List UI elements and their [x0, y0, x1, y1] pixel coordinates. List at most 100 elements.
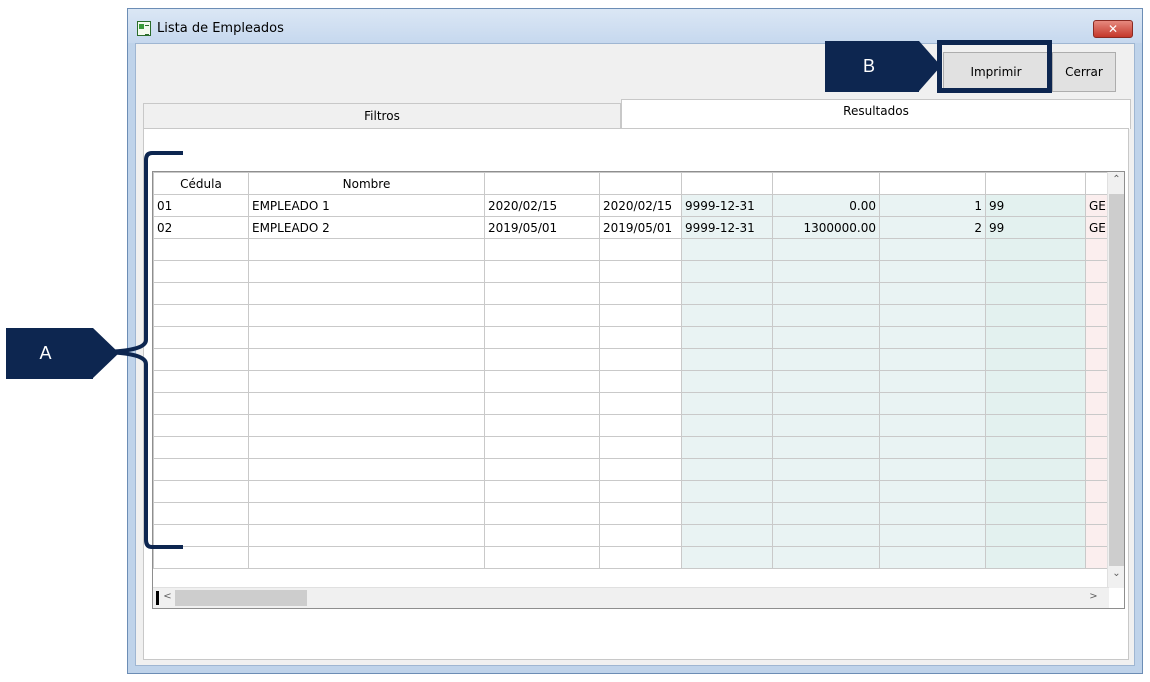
table-cell[interactable] [248, 546, 485, 569]
table-row[interactable]: 01 EMPLEADO 1 2020/02/15 2020/02/15 9999-12-… [153, 194, 1111, 217]
table-cell[interactable] [681, 458, 773, 481]
tab-resultados[interactable]: Resultados [621, 99, 1131, 129]
column-header[interactable] [681, 172, 773, 195]
table-cell[interactable] [681, 502, 773, 525]
column-header[interactable] [772, 172, 880, 195]
table-cell[interactable] [985, 260, 1086, 283]
column-header[interactable] [879, 172, 986, 195]
table-cell[interactable] [599, 502, 682, 525]
table-row[interactable] [153, 304, 1111, 327]
table-cell[interactable]: 2 [879, 216, 986, 239]
table-cell[interactable] [153, 392, 249, 415]
table-cell[interactable]: 99 [985, 216, 1086, 239]
table-cell[interactable] [153, 480, 249, 503]
table-cell[interactable] [879, 458, 986, 481]
tab-filtros[interactable]: Filtros [143, 103, 621, 128]
table-cell[interactable]: 02 [153, 216, 249, 239]
scroll-down-icon[interactable]: ⌄ [1108, 568, 1124, 579]
table-row[interactable] [153, 370, 1111, 393]
table-cell[interactable] [484, 370, 600, 393]
table-row[interactable] [153, 436, 1111, 459]
table-cell[interactable] [153, 370, 249, 393]
table-row[interactable] [153, 392, 1111, 415]
table-cell[interactable] [772, 458, 880, 481]
table-cell[interactable] [772, 282, 880, 305]
table-row[interactable] [153, 546, 1111, 569]
table-row[interactable] [153, 348, 1111, 371]
table-cell[interactable] [772, 546, 880, 569]
table-cell[interactable] [153, 546, 249, 569]
table-row[interactable] [153, 414, 1111, 437]
table-cell[interactable] [985, 502, 1086, 525]
table-cell[interactable] [153, 260, 249, 283]
table-cell[interactable] [599, 326, 682, 349]
table-cell[interactable]: 9999-12-31 [681, 194, 773, 217]
table-cell[interactable] [599, 524, 682, 547]
table-cell[interactable] [248, 282, 485, 305]
table-cell[interactable] [248, 436, 485, 459]
table-cell[interactable] [681, 392, 773, 415]
table-cell[interactable] [484, 282, 600, 305]
table-cell[interactable] [484, 524, 600, 547]
table-cell[interactable] [681, 436, 773, 459]
table-cell[interactable] [484, 260, 600, 283]
table-row[interactable] [153, 524, 1111, 547]
table-cell[interactable] [772, 392, 880, 415]
table-cell[interactable] [985, 348, 1086, 371]
table-cell[interactable] [153, 238, 249, 261]
table-cell[interactable] [772, 326, 880, 349]
table-cell[interactable] [484, 348, 600, 371]
table-cell[interactable] [985, 414, 1086, 437]
table-cell[interactable] [153, 304, 249, 327]
table-cell[interactable] [248, 238, 485, 261]
table-cell[interactable] [681, 260, 773, 283]
table-cell[interactable] [599, 304, 682, 327]
table-cell[interactable] [484, 480, 600, 503]
table-cell[interactable] [772, 502, 880, 525]
table-cell[interactable] [879, 304, 986, 327]
table-cell[interactable] [153, 326, 249, 349]
column-header[interactable]: Nombre [248, 172, 485, 195]
window-close-button[interactable]: ✕ [1093, 20, 1133, 38]
table-row[interactable] [153, 480, 1111, 503]
table-cell[interactable] [772, 348, 880, 371]
table-cell[interactable] [484, 546, 600, 569]
table-cell[interactable] [879, 480, 986, 503]
table-cell[interactable] [484, 304, 600, 327]
table-cell[interactable] [248, 502, 485, 525]
table-cell[interactable] [985, 238, 1086, 261]
table-cell[interactable] [985, 282, 1086, 305]
table-cell[interactable] [484, 414, 600, 437]
table-cell[interactable] [248, 480, 485, 503]
table-row[interactable] [153, 458, 1111, 481]
table-cell[interactable]: 0.00 [772, 194, 880, 217]
table-cell[interactable] [484, 436, 600, 459]
table-cell[interactable] [248, 414, 485, 437]
table-cell[interactable] [599, 436, 682, 459]
table-cell[interactable]: 1 [879, 194, 986, 217]
table-cell[interactable] [985, 458, 1086, 481]
table-cell[interactable] [599, 238, 682, 261]
table-cell[interactable] [985, 546, 1086, 569]
table-cell[interactable] [599, 392, 682, 415]
table-cell[interactable] [879, 502, 986, 525]
table-cell[interactable] [153, 436, 249, 459]
table-cell[interactable] [484, 458, 600, 481]
table-cell[interactable]: 1300000.00 [772, 216, 880, 239]
table-cell[interactable] [879, 546, 986, 569]
table-cell[interactable] [153, 348, 249, 371]
table-cell[interactable] [599, 414, 682, 437]
table-cell[interactable]: 2019/05/01 [484, 216, 600, 239]
column-header[interactable]: Cédula [153, 172, 249, 195]
table-row[interactable] [153, 282, 1111, 305]
table-cell[interactable] [681, 304, 773, 327]
table-row[interactable] [153, 326, 1111, 349]
table-cell[interactable] [599, 480, 682, 503]
table-cell[interactable]: 2019/05/01 [599, 216, 682, 239]
table-cell[interactable] [599, 260, 682, 283]
column-header[interactable] [599, 172, 682, 195]
table-cell[interactable] [681, 348, 773, 371]
table-cell[interactable] [879, 260, 986, 283]
table-cell[interactable]: 2020/02/15 [599, 194, 682, 217]
table-cell[interactable] [484, 392, 600, 415]
